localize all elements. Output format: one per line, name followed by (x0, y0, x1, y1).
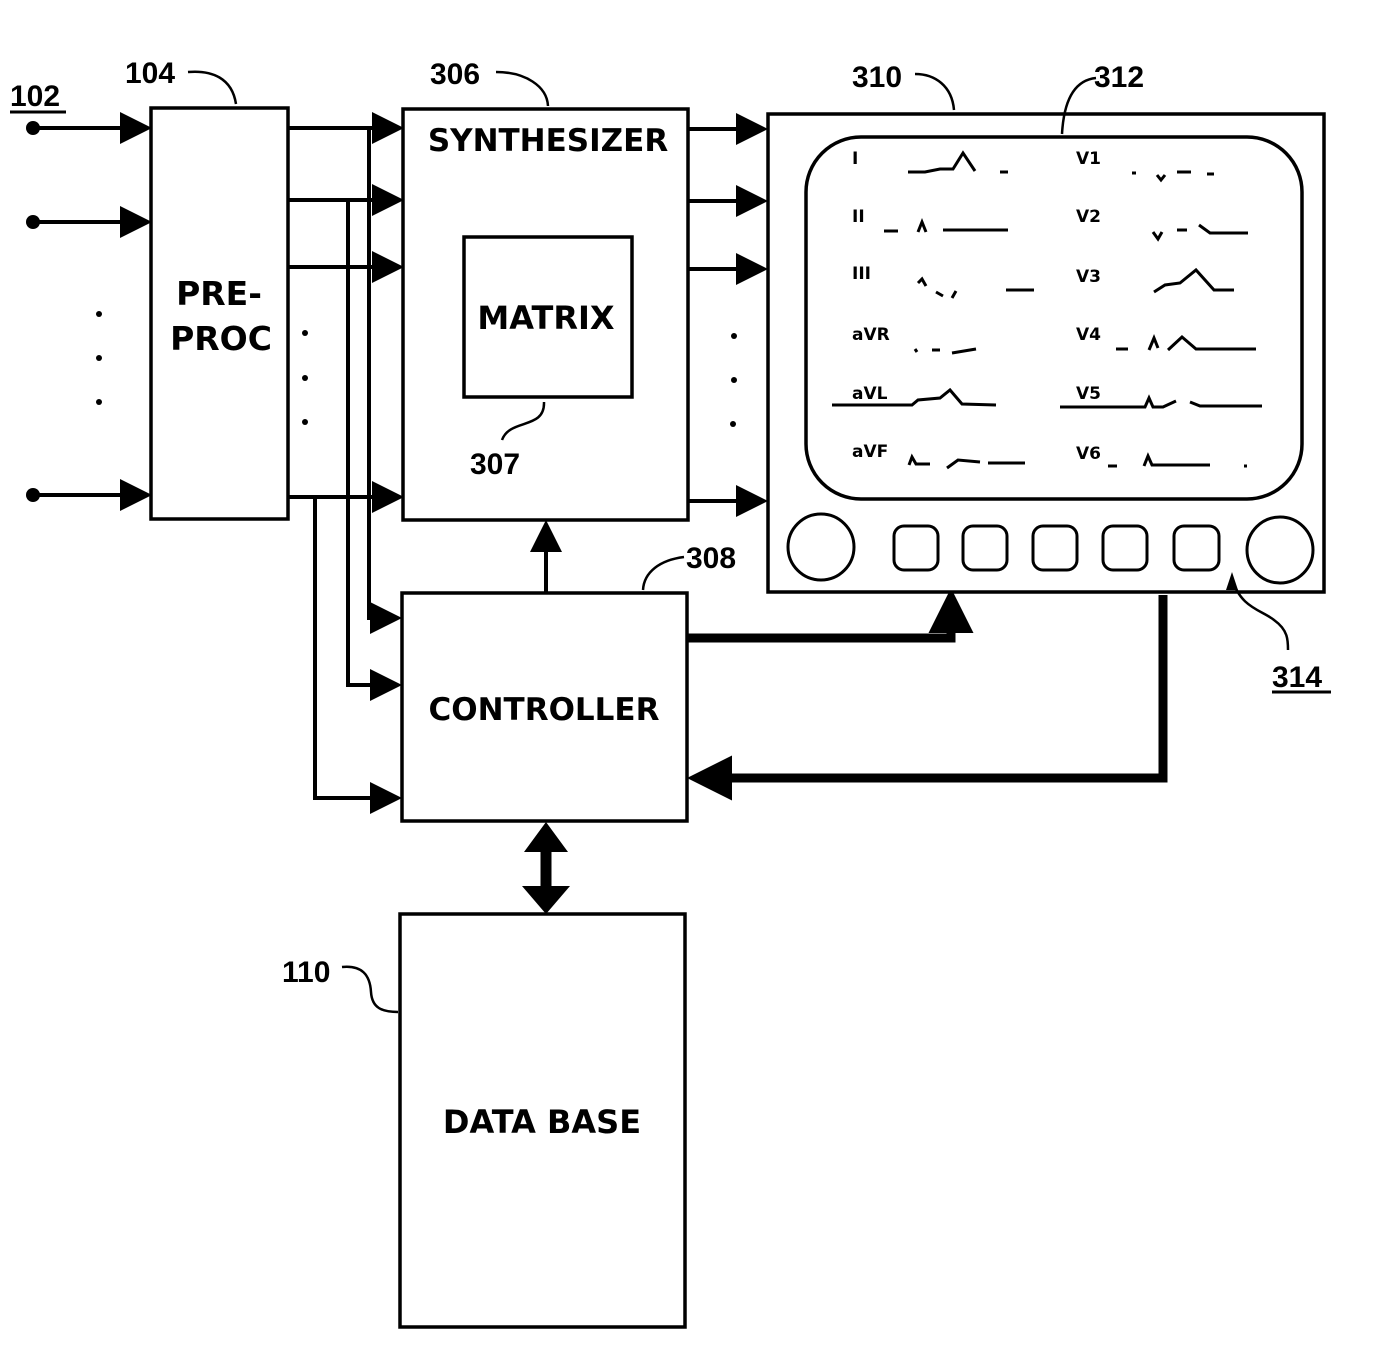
lead-label: V6 (1076, 444, 1101, 464)
ref-102: 102 (10, 80, 60, 113)
lead-label: aVL (852, 384, 888, 404)
ref-307: 307 (470, 448, 520, 481)
ref-310: 310 (852, 61, 902, 94)
input-lead-1 (26, 112, 152, 144)
ref-308: 308 (686, 542, 736, 575)
lead-label: V2 (1076, 207, 1101, 227)
lead-label: II (852, 207, 865, 227)
input-lead-2 (26, 206, 152, 238)
controller-block[interactable]: CONTROLLER (400, 591, 689, 823)
controller-to-monitor-arrow (688, 588, 974, 643)
leader-306 (495, 70, 550, 107)
leader-310 (914, 72, 956, 111)
leader-104 (187, 70, 238, 105)
synth-to-monitor-wires (688, 113, 768, 517)
synthesizer-label: SYNTHESIZER (428, 123, 669, 159)
lead-label: V3 (1076, 267, 1101, 287)
input-lead-n (26, 479, 152, 511)
lead-label: III (852, 264, 871, 284)
database-block[interactable]: DATA BASE (398, 912, 687, 1329)
input-ellipsis (96, 311, 102, 405)
matrix-label: MATRIX (477, 299, 615, 337)
lead-label: V5 (1076, 384, 1101, 404)
controller-label: CONTROLLER (429, 692, 660, 728)
ref-314: 314 (1272, 661, 1322, 694)
lead-label: V1 (1076, 149, 1101, 169)
lead-label: aVF (852, 442, 888, 462)
database-label: DATA BASE (443, 1103, 641, 1141)
controller-database-bidirectional-arrow (522, 822, 570, 914)
preproc-to-controller-wires (313, 128, 402, 814)
input-terminals: 102 (10, 80, 152, 511)
lead-label: V4 (1076, 325, 1101, 345)
matrix-block[interactable]: MATRIX (462, 235, 634, 399)
ecg-system-block-diagram: 102 PRE- PROC 104 SYNTHESIZER 306 MATRIX… (10, 57, 1331, 1329)
ref-312: 312 (1094, 61, 1144, 94)
leader-110 (341, 965, 399, 1014)
ref-104: 104 (125, 57, 175, 90)
leader-308 (641, 555, 685, 591)
lead-label: aVR (852, 325, 890, 345)
preproc-to-synth-wires (288, 112, 404, 513)
ref-306: 306 (430, 58, 480, 91)
preprocessor-block[interactable]: PRE- PROC (149, 106, 290, 521)
ecg-monitor[interactable]: I II III aVR aVL aVF V1 V2 V3 V4 V5 V6 (766, 112, 1326, 594)
ref-110: 110 (282, 956, 330, 989)
preprocessor-label-line1: PRE- (176, 274, 262, 313)
preprocessor-label-line2: PROC (170, 319, 272, 358)
lead-label: I (852, 149, 858, 169)
monitor-to-controller-arrow (687, 595, 1168, 801)
